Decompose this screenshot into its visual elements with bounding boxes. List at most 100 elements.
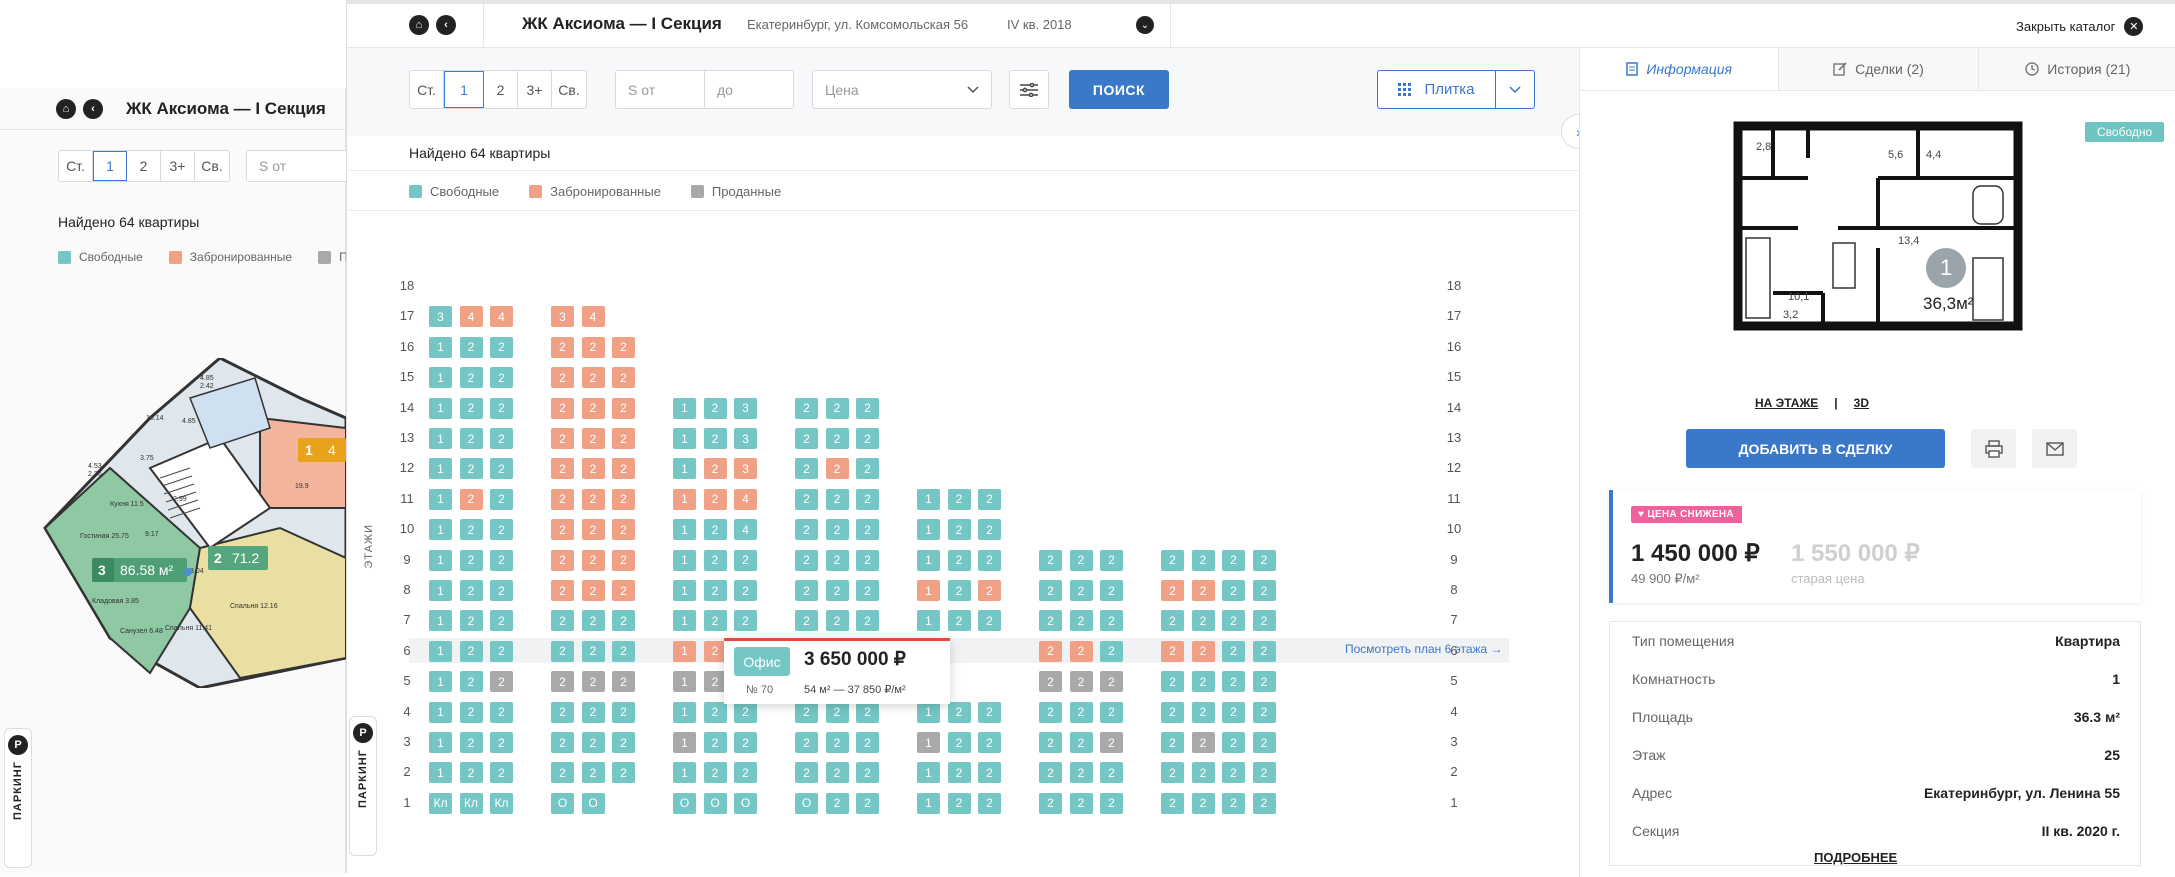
apartment-cell[interactable]: 2	[459, 519, 483, 541]
apartment-cell[interactable]: 2	[1252, 792, 1276, 814]
apartment-cell[interactable]: 2	[1039, 732, 1062, 753]
area-from-input[interactable]: S от	[615, 70, 705, 109]
apartment-cell[interactable]: О	[581, 792, 605, 814]
apartment-cell[interactable]: 1	[429, 488, 452, 510]
apartment-cell[interactable]: 2	[947, 610, 971, 632]
apartment-cell[interactable]: 2	[1222, 701, 1245, 723]
apartment-cell[interactable]: 1	[429, 458, 452, 480]
home-icon[interactable]: ⌂	[56, 98, 76, 119]
apartment-cell[interactable]: 3	[429, 306, 452, 328]
apartment-cell[interactable]: 2	[1252, 762, 1276, 784]
apartment-cell[interactable]: 2	[1161, 732, 1184, 753]
apartment-cell[interactable]: 2	[856, 610, 879, 632]
apartment-cell[interactable]: 2	[612, 428, 635, 449]
apartment-cell[interactable]: 2	[1069, 792, 1093, 814]
apartment-cell[interactable]: 2	[1191, 701, 1215, 723]
apartment-cell[interactable]: 2	[1039, 792, 1062, 814]
room-option-2[interactable]: 2	[484, 71, 518, 108]
apartment-cell[interactable]: 1	[429, 732, 452, 753]
apartment-cell[interactable]: 2	[581, 610, 605, 632]
apartment-cell[interactable]: 2	[490, 732, 513, 753]
apartment-cell[interactable]: 2	[581, 458, 605, 480]
apartment-cell[interactable]: 2	[490, 762, 513, 784]
apartment-cell[interactable]: О	[673, 792, 696, 814]
apartment-cell[interactable]: 2	[1100, 580, 1123, 601]
apartment-cell[interactable]: 2	[612, 488, 635, 510]
apartment-cell[interactable]: 2	[795, 397, 818, 419]
home-icon[interactable]: ⌂	[409, 15, 429, 35]
apartment-cell[interactable]: 2	[1069, 701, 1093, 723]
apartment-cell[interactable]: 2	[581, 549, 605, 571]
apartment-cell[interactable]: 2	[856, 428, 879, 449]
apartment-cell[interactable]: 2	[1100, 640, 1123, 662]
apartment-cell[interactable]: 2	[459, 488, 483, 510]
apartment-cell[interactable]: 1	[917, 519, 940, 541]
apartment-cell[interactable]: 2	[1039, 640, 1062, 662]
apartment-cell[interactable]: 2	[612, 549, 635, 571]
apartment-cell[interactable]: 2	[978, 519, 1001, 541]
apartment-cell[interactable]: 2	[703, 701, 727, 723]
apartment-cell[interactable]: 1	[917, 732, 940, 753]
back-room-option[interactable]: Ст.	[59, 151, 93, 181]
apartment-cell[interactable]: 2	[1191, 549, 1215, 571]
apartment-cell[interactable]: 2	[459, 549, 483, 571]
apartment-cell[interactable]: 2	[1069, 610, 1093, 632]
floor-plan-link[interactable]: Посмотреть план 6 этажа →	[1345, 642, 1503, 656]
apartment-cell[interactable]: 2	[1222, 792, 1245, 814]
apartment-cell[interactable]: 2	[1222, 732, 1245, 753]
apartment-cell[interactable]: О	[703, 792, 727, 814]
apartment-cell[interactable]: Кл	[490, 792, 513, 814]
apartment-cell[interactable]: 1	[917, 488, 940, 510]
apartment-cell[interactable]: 2	[734, 549, 757, 571]
apartment-cell[interactable]: 2	[581, 671, 605, 693]
apartment-cell[interactable]: 2	[1191, 792, 1215, 814]
apartment-cell[interactable]: 2	[795, 519, 818, 541]
apartment-cell[interactable]: 2	[795, 732, 818, 753]
back-room-option[interactable]: 3+	[161, 151, 195, 181]
apartment-cell[interactable]: 2	[551, 367, 574, 389]
apartment-cell[interactable]: 2	[490, 428, 513, 449]
apartment-cell[interactable]: 2	[795, 488, 818, 510]
apartment-cell[interactable]: 2	[551, 397, 574, 419]
view-mode-current[interactable]: Плитка	[1378, 71, 1496, 108]
apartment-cell[interactable]: 2	[490, 701, 513, 723]
apartment-cell[interactable]: 1	[917, 580, 940, 601]
apartment-cell[interactable]: 1	[429, 428, 452, 449]
apartment-cell[interactable]: 2	[1069, 549, 1093, 571]
apartment-cell[interactable]: 2	[459, 458, 483, 480]
apartment-cell[interactable]: 2	[978, 610, 1001, 632]
apartment-cell[interactable]: 2	[1100, 671, 1123, 693]
apartment-cell[interactable]: 2	[1039, 701, 1062, 723]
apartment-cell[interactable]: 2	[947, 792, 971, 814]
apartment-cell[interactable]: 2	[581, 640, 605, 662]
apartment-cell[interactable]: Кл	[429, 792, 452, 814]
apartment-cell[interactable]: 2	[459, 701, 483, 723]
apartment-cell[interactable]: 2	[947, 549, 971, 571]
apartment-cell[interactable]: 1	[917, 549, 940, 571]
apartment-cell[interactable]: О	[795, 792, 818, 814]
apartment-cell[interactable]: 2	[551, 519, 574, 541]
apartment-cell[interactable]: 2	[1222, 580, 1245, 601]
apartment-cell[interactable]: 4	[459, 306, 483, 328]
apartment-cell[interactable]: 2	[825, 519, 849, 541]
apartment-cell[interactable]: 2	[490, 488, 513, 510]
apartment-cell[interactable]: 2	[1191, 671, 1215, 693]
apartment-cell[interactable]: 2	[1252, 732, 1276, 753]
apartment-cell[interactable]: 2	[1039, 549, 1062, 571]
apartment-cell[interactable]: 2	[703, 488, 727, 510]
apartment-cell[interactable]: 2	[856, 397, 879, 419]
apartment-cell[interactable]: 2	[459, 640, 483, 662]
apartment-cell[interactable]: 1	[673, 732, 696, 753]
apartment-cell[interactable]: 2	[581, 732, 605, 753]
apartment-cell[interactable]: 4	[734, 519, 757, 541]
apartment-cell[interactable]: 1	[429, 336, 452, 358]
apartment-plan[interactable]: 1 36,3м² 2,8 5,6 4,4 13,4 10,1 3,2	[1728, 118, 2028, 333]
apartment-cell[interactable]: 2	[1191, 762, 1215, 784]
apartment-cell[interactable]: 2	[703, 732, 727, 753]
apartment-cell[interactable]: 2	[1191, 640, 1215, 662]
apartment-cell[interactable]: 1	[673, 640, 696, 662]
apartment-cell[interactable]: 2	[825, 580, 849, 601]
apartment-cell[interactable]: 2	[612, 640, 635, 662]
apartment-cell[interactable]: 1	[917, 762, 940, 784]
apartment-cell[interactable]: 3	[734, 428, 757, 449]
